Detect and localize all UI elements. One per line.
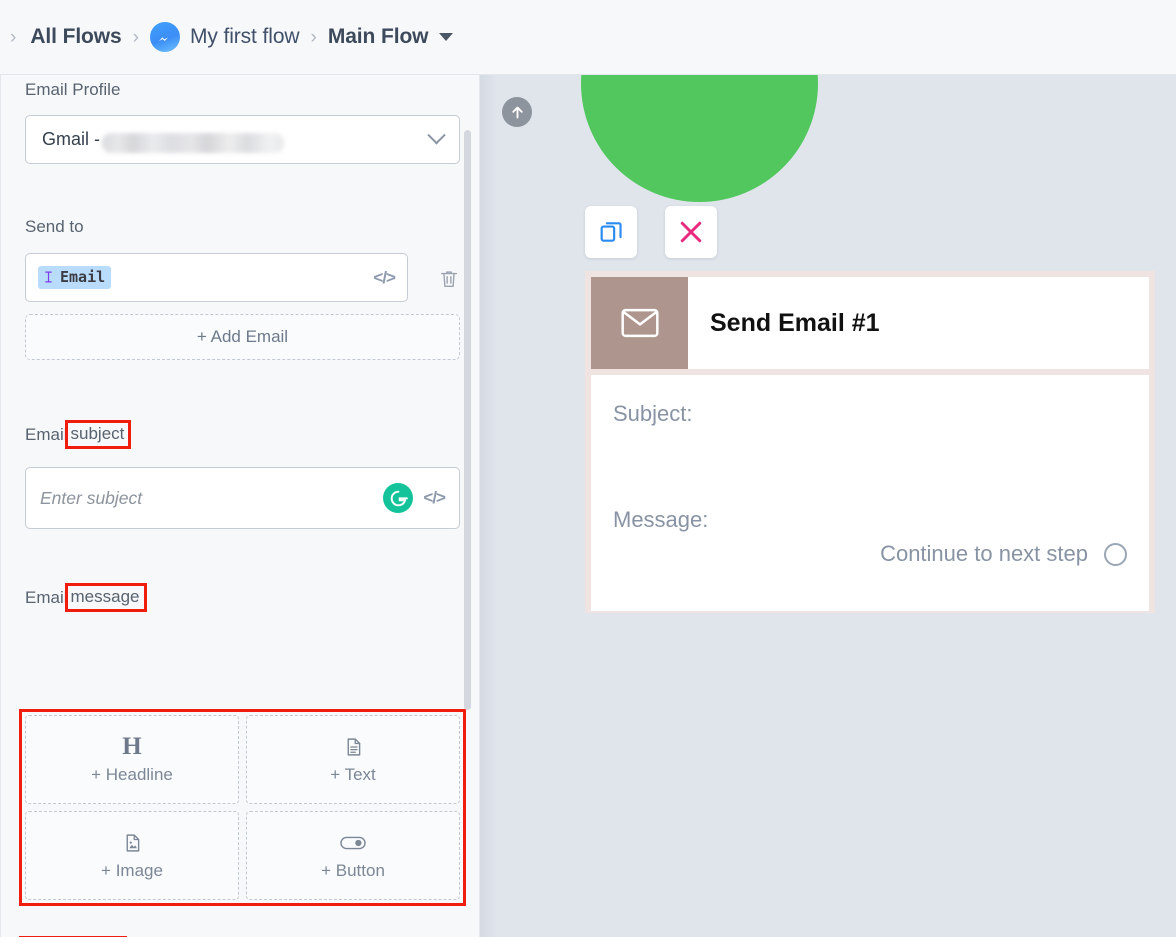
arrow-up-circle-icon[interactable] <box>502 97 532 127</box>
card-subject-label: Subject: <box>613 401 693 426</box>
email-message-label-prefix: Email <box>25 587 68 607</box>
send-to-input[interactable]: Email </> <box>25 253 408 302</box>
text-document-icon <box>343 735 364 759</box>
email-message-blocks: H + Headline + Text + Image + Button <box>25 715 460 900</box>
email-variable-chip-label: Email <box>60 268 106 286</box>
grammarly-icon[interactable] <box>383 483 414 513</box>
breadcrumb-label-my-first-flow: My first flow <box>189 25 300 48</box>
breadcrumb-item-main-flow[interactable]: Main Flow <box>328 25 454 49</box>
previous-flow-node[interactable] <box>581 75 818 202</box>
code-icon[interactable]: </> <box>423 488 446 508</box>
send-email-card-header: Send Email #1 <box>591 277 1149 369</box>
chevron-down-icon[interactable] <box>439 33 454 41</box>
image-icon <box>122 831 143 855</box>
button-toggle-icon <box>340 831 366 855</box>
email-settings-panel: Email Profile Gmail - Send to Email </> <box>0 75 480 937</box>
email-message-label-highlight: message <box>64 583 147 612</box>
continue-to-next-step-label: Continue to next step <box>880 541 1088 566</box>
add-headline-label: + Headline <box>91 764 173 784</box>
text-cursor-icon <box>45 271 52 283</box>
add-button-block[interactable]: + Button <box>246 811 460 900</box>
email-message-label: Email message <box>25 583 147 612</box>
email-subject-label-prefix: Email <box>25 424 68 444</box>
breadcrumb-item-all-flows[interactable]: All Flows <box>30 25 121 49</box>
breadcrumb-separator-0: › <box>10 26 17 48</box>
email-subject-label-highlight: subject <box>64 420 132 449</box>
email-message-blocks-annotation: H + Headline + Text + Image + Button <box>19 709 466 906</box>
add-image-label: + Image <box>101 860 163 880</box>
next-step-connector-handle[interactable] <box>1104 542 1127 566</box>
headline-h-icon: H <box>122 733 142 760</box>
email-profile-select[interactable]: Gmail - <box>25 115 460 164</box>
envelope-icon <box>591 277 688 369</box>
duplicate-button[interactable] <box>585 206 637 258</box>
email-subject-placeholder: Enter subject <box>40 487 143 508</box>
card-message-label: Message: <box>613 507 709 532</box>
email-subject-input[interactable]: Enter subject </> <box>25 467 460 529</box>
chevron-down-icon <box>427 126 446 145</box>
email-profile-label: Email Profile <box>25 80 121 99</box>
breadcrumb-label-main-flow: Main Flow <box>327 25 429 48</box>
send-to-label: Send to <box>25 217 84 236</box>
delete-button[interactable] <box>665 206 717 258</box>
app-root: › All Flows › My first flow › Main Flow … <box>0 0 1176 937</box>
delete-recipient-button[interactable] <box>438 267 460 296</box>
canvas-left-shade <box>480 75 497 937</box>
send-email-card-title: Send Email #1 <box>710 308 880 337</box>
breadcrumb-label-all-flows: All Flows <box>30 25 122 48</box>
breadcrumb-separator-1: › <box>132 26 139 48</box>
flow-canvas[interactable]: Send Email #1 Subject: Message: Continue… <box>480 75 1176 937</box>
breadcrumb: › All Flows › My first flow › Main Flow <box>0 0 1176 75</box>
add-email-label: + Add Email <box>196 327 289 346</box>
add-button-label: + Button <box>321 860 385 880</box>
add-email-button: + Add Email <box>25 314 460 360</box>
messenger-icon <box>149 22 180 52</box>
send-email-card-body: Subject: Message: Continue to next step <box>591 375 1149 611</box>
add-image-block[interactable]: + Image <box>25 811 239 900</box>
breadcrumb-separator-2: › <box>310 26 317 48</box>
duplicate-icon <box>600 222 622 242</box>
email-subject-label: Email subject <box>25 420 132 449</box>
trash-icon <box>440 271 458 288</box>
breadcrumb-item-my-first-flow[interactable]: My first flow <box>149 22 300 52</box>
panel-scrollbar-thumb[interactable] <box>464 130 471 710</box>
send-email-card[interactable]: Send Email #1 Subject: Message: Continue… <box>585 271 1155 613</box>
email-variable-chip[interactable]: Email <box>38 266 112 289</box>
continue-to-next-step-row[interactable]: Continue to next step <box>880 541 1127 567</box>
close-x-icon <box>680 221 702 243</box>
add-text-label: + Text <box>330 764 376 784</box>
add-headline-block[interactable]: H + Headline <box>25 715 239 804</box>
email-profile-value: Gmail - <box>42 129 100 149</box>
add-text-block[interactable]: + Text <box>246 715 460 804</box>
redacted-email-address <box>102 132 284 153</box>
code-icon[interactable]: </> <box>373 268 396 288</box>
